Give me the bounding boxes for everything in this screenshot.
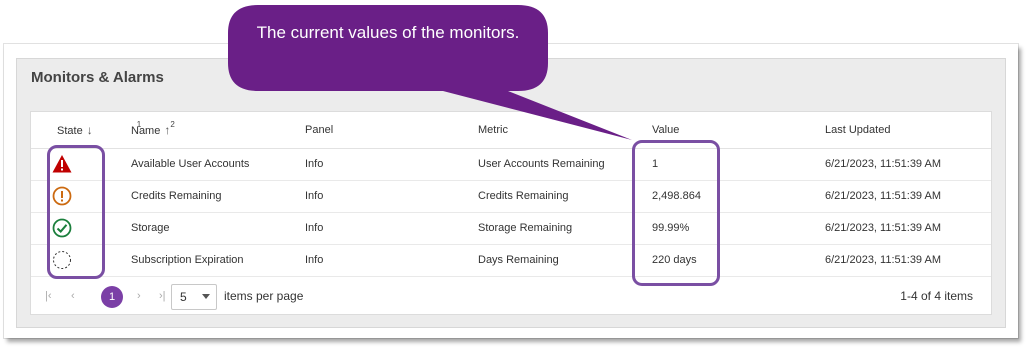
- table-row[interactable]: Storage Info Storage Remaining 99.99% 6/…: [31, 212, 991, 245]
- first-page-icon[interactable]: |‹: [45, 290, 52, 302]
- items-per-page-label: items per page: [224, 289, 304, 303]
- page-size-value: 5: [180, 290, 187, 304]
- row-last-updated: 6/21/2023, 11:51:39 AM: [825, 254, 941, 266]
- panel-title: Monitors & Alarms: [31, 69, 164, 86]
- column-header-last-updated[interactable]: Last Updated: [825, 112, 890, 148]
- table-row[interactable]: Subscription Expiration Info Days Remain…: [31, 244, 991, 277]
- row-name: Subscription Expiration: [131, 254, 244, 266]
- row-name: Storage: [131, 222, 170, 234]
- last-page-icon[interactable]: ›|: [159, 290, 166, 302]
- next-page-icon[interactable]: ›: [137, 290, 141, 302]
- row-last-updated: 6/21/2023, 11:51:39 AM: [825, 222, 941, 234]
- chevron-down-icon: [202, 294, 210, 299]
- prev-page-icon[interactable]: ‹: [71, 290, 75, 302]
- row-name: Credits Remaining: [131, 190, 222, 202]
- row-last-updated: 6/21/2023, 11:51:39 AM: [825, 190, 941, 202]
- row-panel: Info: [305, 254, 324, 266]
- row-metric: Credits Remaining: [478, 190, 569, 202]
- column-header-name[interactable]: Name ↑2: [131, 112, 175, 150]
- row-metric: Storage Remaining: [478, 222, 573, 234]
- callout: The current values of the monitors.: [228, 3, 632, 140]
- row-panel: Info: [305, 222, 324, 234]
- pager: |‹ ‹ 1 › ›| 5 items per page 1-4 of 4 it…: [31, 280, 991, 314]
- sort-order-badge: 2: [170, 120, 175, 129]
- page-button-current[interactable]: 1: [101, 286, 123, 308]
- sort-descending-icon: ↓: [86, 123, 93, 137]
- page-size-select[interactable]: 5: [171, 284, 217, 310]
- state-column-highlight: [47, 145, 105, 279]
- row-metric: Days Remaining: [478, 254, 559, 266]
- row-last-updated: 6/21/2023, 11:51:39 AM: [825, 158, 941, 170]
- row-panel: Info: [305, 190, 324, 202]
- callout-text: The current values of the monitors.: [256, 23, 520, 42]
- column-header-state-label: State: [57, 125, 83, 137]
- item-count: 1-4 of 4 items: [900, 289, 973, 303]
- table-row[interactable]: Credits Remaining Info Credits Remaining…: [31, 180, 991, 213]
- value-column-highlight: [632, 140, 720, 286]
- column-header-name-label: Name: [131, 125, 161, 137]
